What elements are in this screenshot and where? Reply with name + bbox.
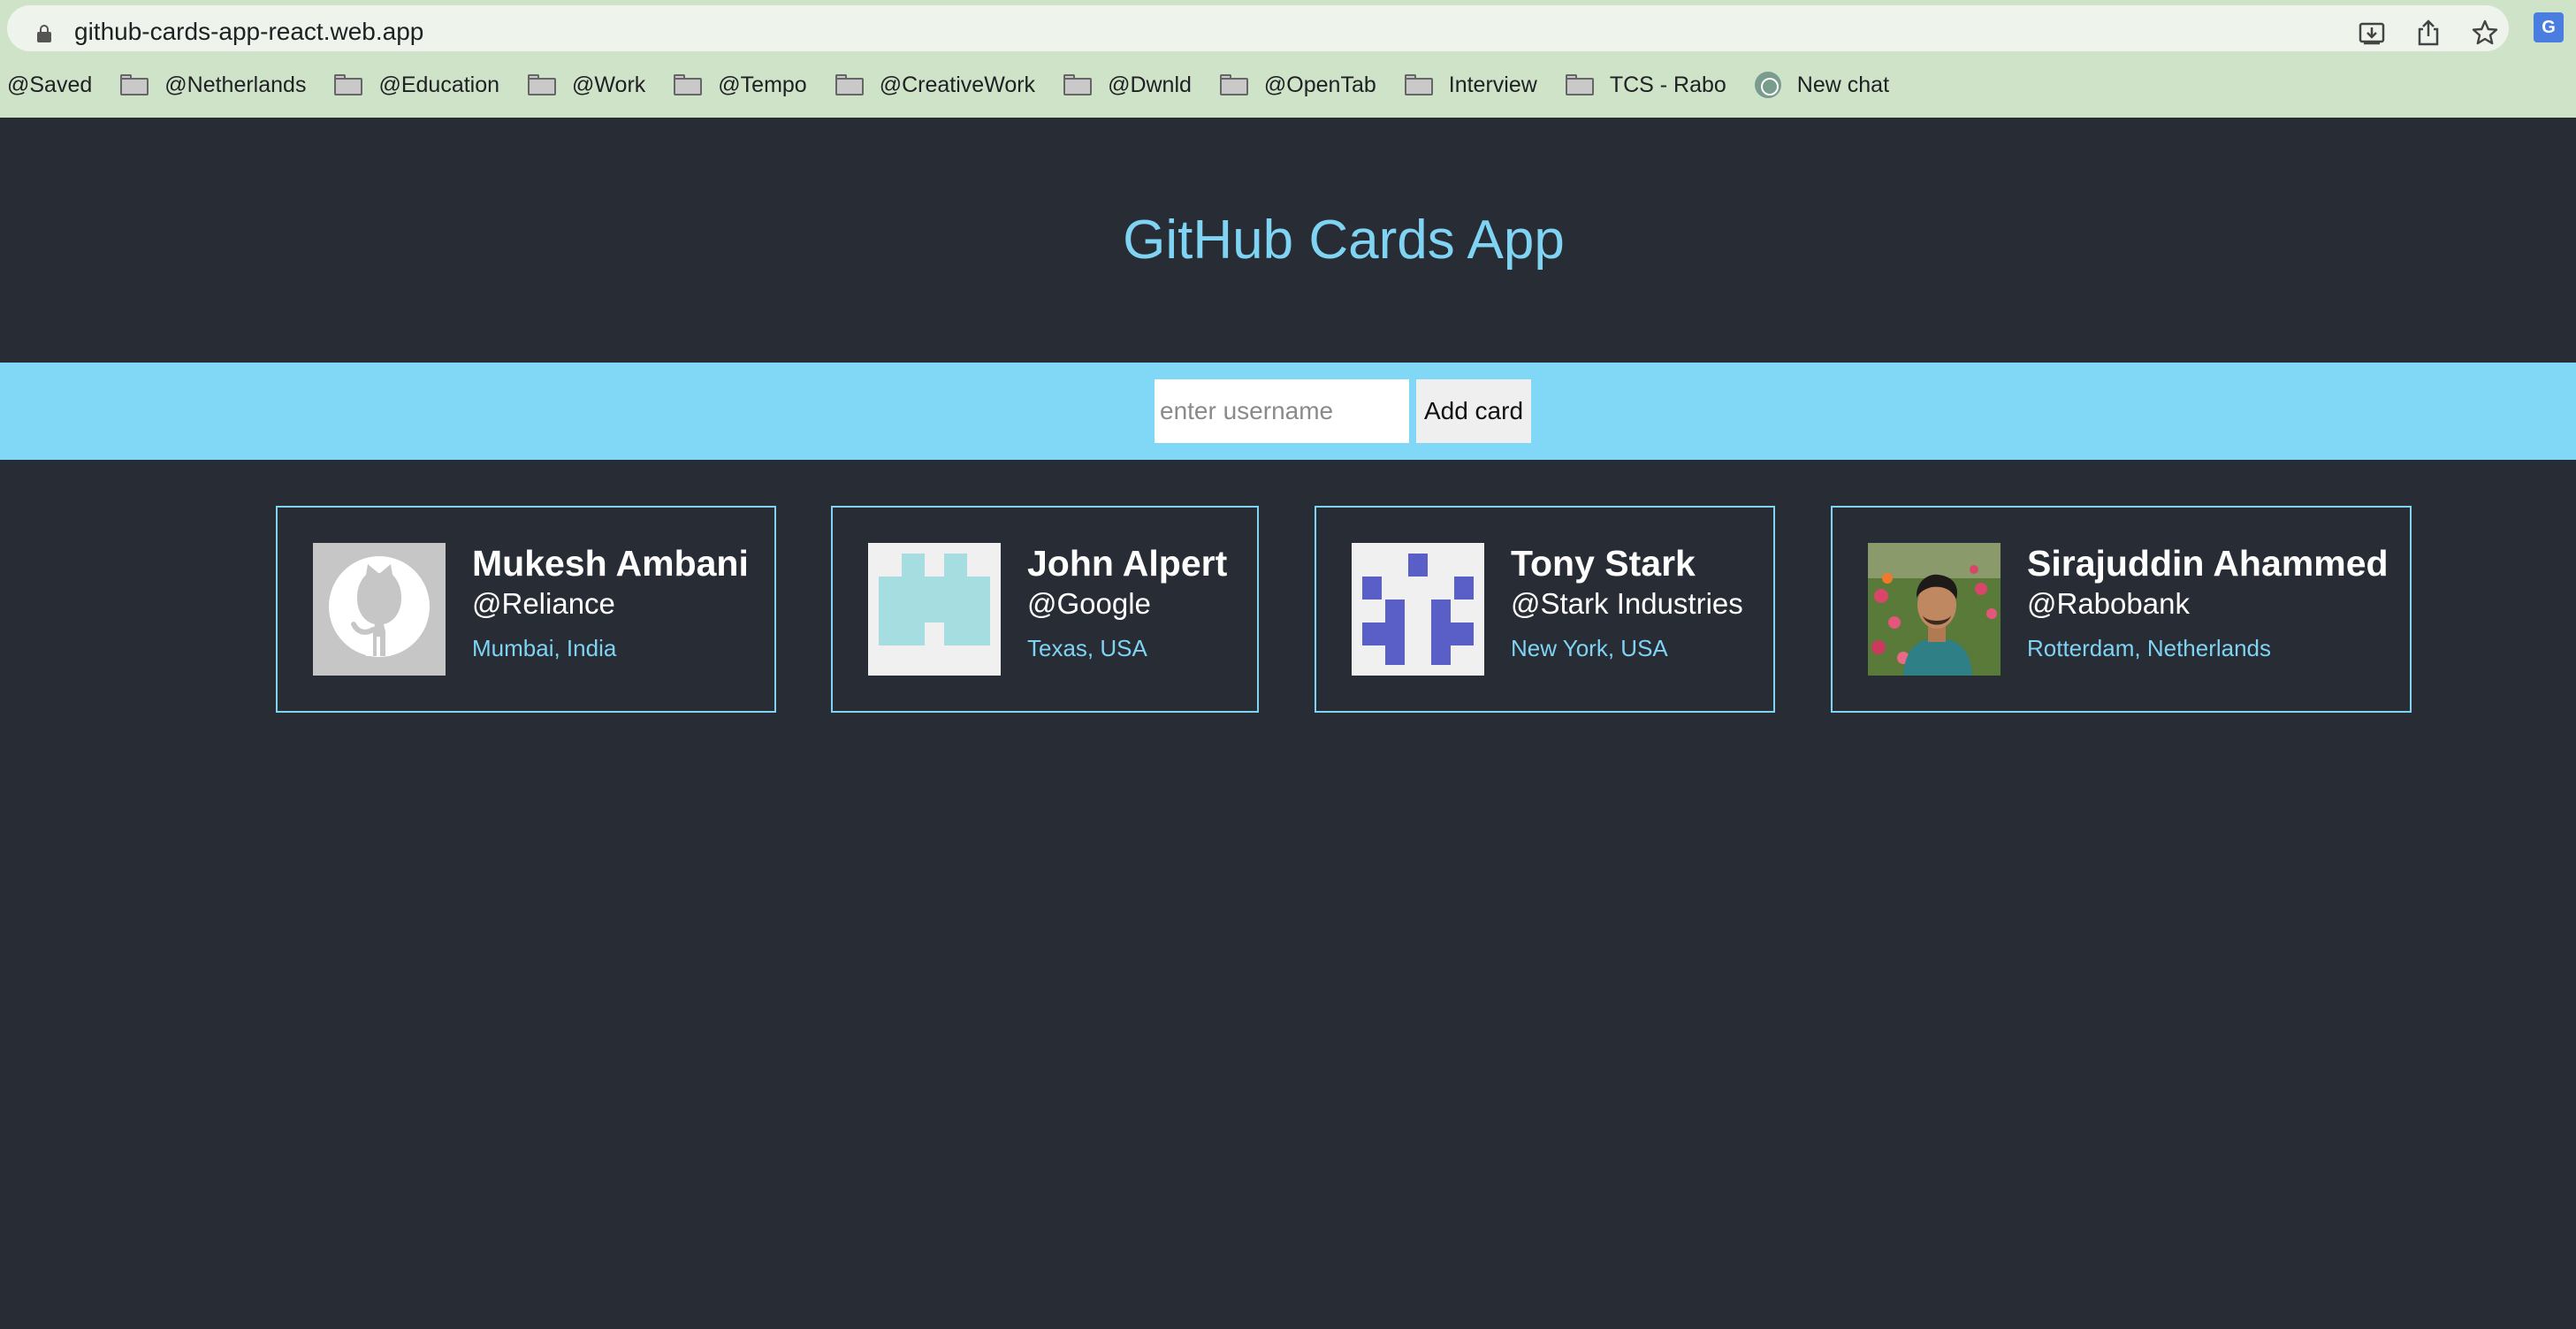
card-location: New York, USA bbox=[1511, 635, 1668, 661]
bookmark-folder[interactable]: TCS - Rabo bbox=[1565, 72, 1726, 98]
card-company: @Rabobank bbox=[2027, 587, 2190, 620]
bookmark-folder[interactable]: @Dwnld bbox=[1063, 73, 1192, 98]
bookmark-label: @Work bbox=[572, 72, 646, 97]
chat-icon bbox=[1754, 72, 1781, 98]
bookmark-label: New chat bbox=[1796, 72, 1890, 97]
card-location: Mumbai, India bbox=[472, 635, 617, 661]
profile-card: Mukesh Ambani @Reliance Mumbai, India bbox=[276, 506, 776, 713]
folder-icon bbox=[528, 74, 557, 95]
install-app-icon[interactable] bbox=[2357, 18, 2387, 48]
folder-icon bbox=[1219, 74, 1248, 95]
identicon-purple-avatar bbox=[1352, 543, 1484, 676]
folder-icon bbox=[334, 74, 363, 95]
address-bar[interactable]: github-cards-app-react.web.app bbox=[7, 5, 2509, 51]
bookmark-item[interactable]: New chat bbox=[1754, 72, 1890, 98]
card-name: Tony Stark bbox=[1511, 543, 1696, 584]
bookmark-star-icon[interactable] bbox=[2470, 18, 2500, 48]
share-icon[interactable] bbox=[2413, 18, 2443, 48]
bookmark-label: @Netherlands bbox=[164, 72, 307, 97]
bookmark-folder[interactable]: @Education bbox=[334, 73, 499, 98]
bookmark-item[interactable]: @Saved bbox=[7, 73, 92, 98]
bookmark-folder[interactable]: @Netherlands bbox=[120, 73, 306, 98]
bookmarks-bar: @Saved @Netherlands @Education @Work @Te… bbox=[0, 67, 1917, 103]
identicon-teal-avatar bbox=[868, 543, 1001, 676]
bookmark-label: @Tempo bbox=[718, 72, 807, 97]
card-company: @Google bbox=[1027, 587, 1151, 620]
card-name: Mukesh Ambani bbox=[472, 543, 749, 584]
folder-icon bbox=[1063, 74, 1093, 95]
bookmark-label: @Dwnld bbox=[1108, 72, 1192, 97]
url-text[interactable]: github-cards-app-react.web.app bbox=[74, 18, 423, 46]
bookmark-folder[interactable]: @Tempo bbox=[674, 72, 807, 98]
user-photo-avatar bbox=[1868, 543, 2001, 676]
card-location: Texas, USA bbox=[1027, 635, 1147, 661]
bookmark-folder[interactable]: @CreativeWork bbox=[835, 73, 1035, 98]
translate-extension-icon[interactable]: G bbox=[2534, 12, 2564, 42]
bookmark-folder[interactable]: @OpenTab bbox=[1219, 72, 1376, 98]
page-title: GitHub Cards App bbox=[1123, 210, 1565, 271]
add-card-button[interactable]: Add card bbox=[1416, 379, 1531, 443]
card-company: @Reliance bbox=[472, 587, 615, 620]
bookmark-folder[interactable]: @Work bbox=[528, 73, 645, 98]
card-name: Sirajuddin Ahammed bbox=[2027, 543, 2389, 584]
bookmark-label: @Education bbox=[378, 72, 500, 97]
username-input[interactable] bbox=[1155, 379, 1409, 443]
browser-chrome: github-cards-app-react.web.app G @Saved … bbox=[0, 0, 2576, 118]
lock-icon[interactable] bbox=[37, 25, 51, 42]
bookmark-label: @OpenTab bbox=[1263, 72, 1376, 97]
card-location: Rotterdam, Netherlands bbox=[2027, 635, 2272, 661]
bookmark-label: @Saved bbox=[7, 72, 93, 97]
card-company: @Stark Industries bbox=[1511, 587, 1743, 620]
bookmark-label: @CreativeWork bbox=[879, 72, 1036, 97]
folder-icon bbox=[120, 74, 149, 95]
folder-icon bbox=[1404, 74, 1433, 95]
profile-card: Sirajuddin Ahammed @Rabobank Rotterdam, … bbox=[1831, 506, 2412, 713]
profile-card: John Alpert @Google Texas, USA bbox=[831, 506, 1259, 713]
card-name: John Alpert bbox=[1027, 543, 1228, 584]
folder-icon bbox=[674, 74, 703, 95]
profile-card: Tony Stark @Stark Industries New York, U… bbox=[1315, 506, 1775, 713]
bookmark-label: TCS - Rabo bbox=[1609, 72, 1726, 97]
folder-icon bbox=[1565, 74, 1594, 95]
github-octocat-avatar bbox=[313, 543, 446, 676]
bookmark-label: Interview bbox=[1448, 72, 1537, 97]
folder-icon bbox=[835, 74, 864, 95]
bookmark-folder[interactable]: Interview bbox=[1404, 72, 1537, 98]
